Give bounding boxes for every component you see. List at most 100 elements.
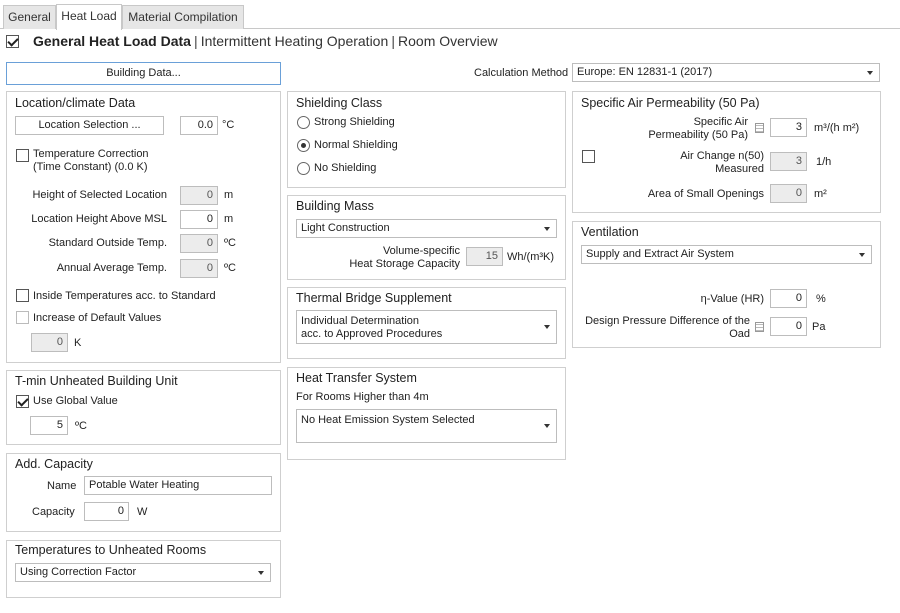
use-global-value-label: Use Global Value <box>33 395 118 407</box>
annual-avg-temp-label: Annual Average Temp. <box>56 262 167 274</box>
pressure-difference-label-line1: Design Pressure Difference of the <box>585 315 750 327</box>
tab-material-compilation[interactable]: Material Compilation <box>122 5 244 29</box>
inside-temperatures-checkbox[interactable] <box>16 289 29 302</box>
unheated-rooms-title: Temperatures to Unheated Rooms <box>15 543 207 557</box>
pressure-difference-unit: Pa <box>812 321 826 333</box>
pressure-difference-label: Design Pressure Difference of the Oad <box>580 315 750 341</box>
eta-value-input[interactable]: 0 <box>770 289 807 308</box>
spec-air-perm-label-line2: Permeability (50 Pa) <box>648 129 748 141</box>
small-openings-label: Area of Small Openings <box>647 188 764 200</box>
thermal-bridge-value-line2: acc. to Approved Procedures <box>301 328 443 340</box>
building-data-button[interactable]: Building Data... <box>6 62 281 85</box>
height-selected-input: 0 <box>180 186 218 205</box>
thermal-bridge-select[interactable]: Individual Determination acc. to Approve… <box>296 310 557 344</box>
air-change-label-line1: Air Change n(50) <box>680 150 764 162</box>
heat-transfer-title: Heat Transfer System <box>296 371 417 385</box>
normal-shielding-label: Normal Shielding <box>314 139 398 151</box>
calculation-method-label: Calculation Method <box>474 67 569 79</box>
increase-value-input: 0 <box>31 333 68 352</box>
intermittent-heating-link[interactable]: Intermittent Heating Operation <box>201 33 389 49</box>
building-mass-value: Light Construction <box>301 222 390 234</box>
chevron-down-icon <box>544 325 550 329</box>
unheated-rooms-select[interactable]: Using Correction Factor <box>15 563 271 582</box>
height-msl-input[interactable]: 0 <box>180 210 218 229</box>
height-selected-unit: m <box>224 189 234 201</box>
increase-value-unit: K <box>74 337 82 349</box>
capacity-unit: W <box>137 506 148 518</box>
use-global-value-checkbox[interactable] <box>16 395 29 408</box>
height-selected-label: Height of Selected Location <box>32 189 167 201</box>
location-temp-input[interactable]: 0.0 <box>180 116 218 135</box>
tab-bar: General Heat Load Material Compilation <box>0 0 900 30</box>
calculation-method-value: Europe: EN 12831-1 (2017) <box>577 66 713 78</box>
capacity-name-label: Name <box>47 480 77 492</box>
thermal-bridge-value-line1: Individual Determination <box>301 315 420 327</box>
location-selection-button[interactable]: Location Selection ... <box>15 116 164 135</box>
heat-storage-label-line1: Volume-specific <box>382 245 460 257</box>
temperature-correction-line1: Temperature Correction <box>33 148 149 160</box>
chevron-down-icon <box>544 226 550 231</box>
eta-value-unit: % <box>816 293 826 305</box>
chevron-down-icon <box>258 570 264 575</box>
calculator-icon[interactable] <box>755 123 764 133</box>
air-change-measured-checkbox[interactable] <box>582 150 595 163</box>
spec-air-perm-label-line1: Specific Air <box>693 116 748 128</box>
tmin-value-input[interactable]: 5 <box>30 416 68 435</box>
heat-transfer-select[interactable]: No Heat Emission System Selected <box>296 409 557 443</box>
small-openings-input: 0 <box>770 184 807 203</box>
chevron-down-icon <box>867 70 873 75</box>
heat-storage-unit: Wh/(m³K) <box>507 251 555 263</box>
std-outside-temp-label: Standard Outside Temp. <box>48 237 167 249</box>
air-change-unit: 1/h <box>816 156 832 168</box>
no-shielding-radio[interactable] <box>297 162 310 175</box>
tmin-unit: ºC <box>75 420 87 432</box>
strong-shielding-radio[interactable] <box>297 116 310 129</box>
page-title: General Heat Load Data <box>33 33 191 49</box>
spec-air-perm-unit: m³/(h m²) <box>814 122 860 134</box>
ventilation-value: Supply and Extract Air System <box>586 248 734 260</box>
spec-air-perm-label: Specific Air Permeability (50 Pa) <box>600 116 748 142</box>
unheated-rooms-value: Using Correction Factor <box>20 566 137 578</box>
capacity-label: Capacity <box>32 506 75 518</box>
header-separator: | <box>391 33 395 49</box>
heat-transfer-subtitle: For Rooms Higher than 4m <box>296 391 429 403</box>
std-outside-temp-unit: ºC <box>224 237 236 249</box>
chevron-down-icon <box>544 424 550 428</box>
spec-air-perm-input[interactable]: 3 <box>770 118 807 137</box>
general-heat-load-checkbox[interactable] <box>6 35 19 48</box>
location-temp-unit: °C <box>222 119 235 131</box>
increase-default-label: Increase of Default Values <box>33 312 162 324</box>
building-mass-title: Building Mass <box>296 199 374 213</box>
temperature-correction-checkbox[interactable] <box>16 149 29 162</box>
thermal-bridge-title: Thermal Bridge Supplement <box>296 291 452 305</box>
height-msl-label: Location Height Above MSL <box>31 213 167 225</box>
increase-default-checkbox[interactable] <box>16 311 29 324</box>
chevron-down-icon <box>859 252 865 257</box>
building-mass-select[interactable]: Light Construction <box>296 219 557 238</box>
heat-storage-label: Volume-specific Heat Storage Capacity <box>330 245 460 271</box>
ventilation-select[interactable]: Supply and Extract Air System <box>581 245 872 264</box>
add-capacity-title: Add. Capacity <box>15 457 93 471</box>
no-shielding-label: No Shielding <box>314 162 377 174</box>
calculation-method-select[interactable]: Europe: EN 12831-1 (2017) <box>572 63 880 82</box>
pressure-difference-label-line2: Oad <box>729 328 750 340</box>
tab-heat-load[interactable]: Heat Load <box>56 4 122 30</box>
tab-general[interactable]: General <box>3 5 56 29</box>
capacity-name-input[interactable]: Potable Water Heating <box>84 476 272 495</box>
strong-shielding-label: Strong Shielding <box>314 116 395 128</box>
heat-storage-input: 15 <box>466 247 503 266</box>
room-overview-link[interactable]: Room Overview <box>398 33 498 49</box>
header-bar: General Heat Load Data | Intermittent He… <box>33 33 498 49</box>
pressure-difference-input[interactable]: 0 <box>770 317 807 336</box>
small-openings-unit: m² <box>814 188 827 200</box>
annual-avg-temp-input: 0 <box>180 259 218 278</box>
calculator-icon[interactable] <box>755 322 764 332</box>
annual-avg-temp-unit: ºC <box>224 262 236 274</box>
capacity-value-input[interactable]: 0 <box>84 502 129 521</box>
air-change-input: 3 <box>770 152 807 171</box>
normal-shielding-radio[interactable] <box>297 139 310 152</box>
air-permeability-title: Specific Air Permeability (50 Pa) <box>581 96 760 110</box>
ventilation-title: Ventilation <box>581 225 639 239</box>
air-change-label-line2: Measured <box>715 163 764 175</box>
shielding-class-title: Shielding Class <box>296 96 383 110</box>
